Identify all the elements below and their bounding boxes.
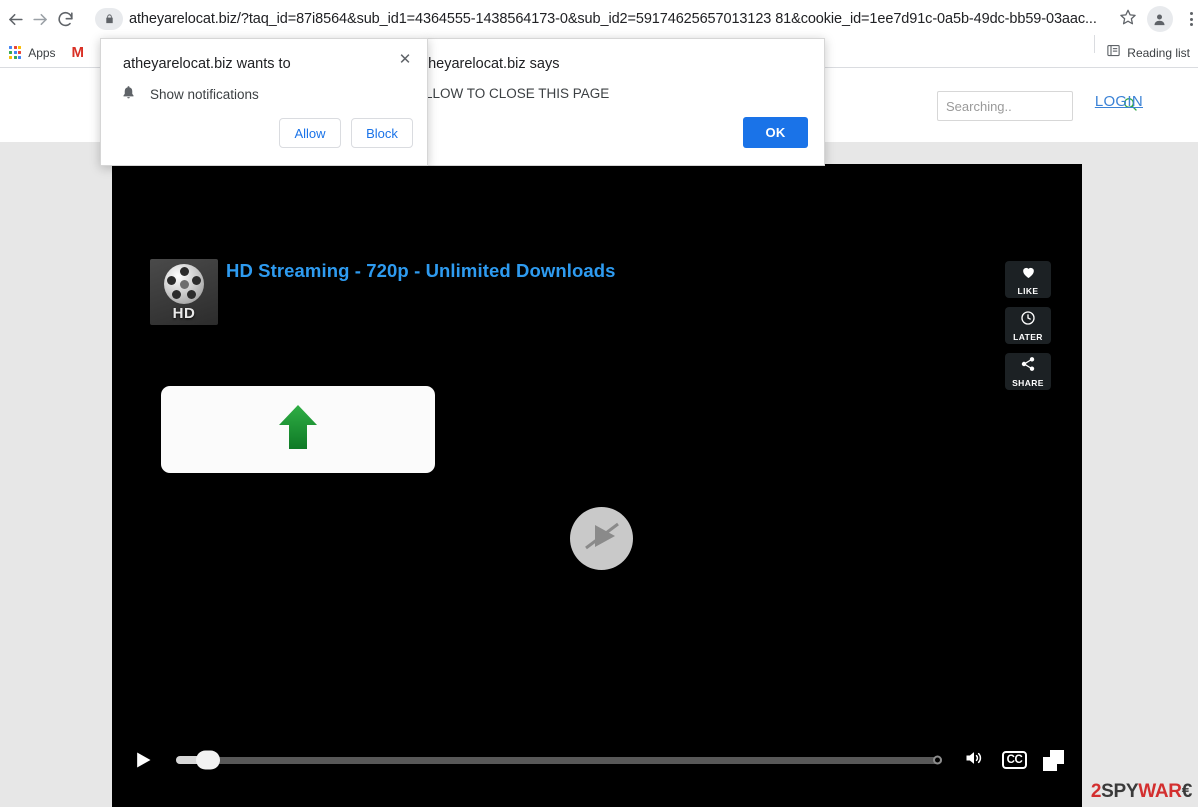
later-button[interactable]: LATER bbox=[1005, 307, 1051, 344]
profile-avatar-icon bbox=[1146, 6, 1173, 32]
reading-list-button[interactable]: Reading list bbox=[1094, 34, 1190, 63]
video-title: HD Streaming - 720p - Unlimited Download… bbox=[226, 260, 616, 281]
reading-list-label: Reading list bbox=[1127, 45, 1190, 60]
chrome-menu-button[interactable] bbox=[1177, 4, 1198, 34]
close-icon[interactable]: ✕ bbox=[394, 48, 416, 70]
progress-endcap bbox=[933, 755, 942, 765]
video-action-buttons: LIKE LATER SHARE bbox=[1005, 261, 1051, 390]
green-up-arrow-icon bbox=[277, 401, 319, 458]
hd-logo: HD bbox=[150, 259, 218, 325]
bookmark-star-button[interactable] bbox=[1113, 4, 1143, 34]
toolbar-divider bbox=[1094, 34, 1096, 53]
notification-permission-popup: atheyarelocat.biz wants to Show notifica… bbox=[100, 38, 428, 166]
address-bar[interactable]: atheyarelocat.biz/?taq_id=87i8564&sub_id… bbox=[89, 5, 1103, 33]
allow-button[interactable]: Allow bbox=[279, 118, 341, 148]
bookmark-item-apps[interactable]: Apps bbox=[28, 46, 55, 60]
page-content: LOGIN HD HD Streaming - 720p - Unlimited… bbox=[0, 69, 1198, 807]
heart-icon bbox=[1020, 264, 1037, 285]
like-button[interactable]: LIKE bbox=[1005, 261, 1051, 298]
video-controls: CC bbox=[112, 738, 1082, 782]
search-box[interactable] bbox=[937, 91, 1137, 121]
browser-window: atheyarelocat.biz/?taq_id=87i8564&sub_id… bbox=[0, 0, 1198, 807]
share-button[interactable]: SHARE bbox=[1005, 353, 1051, 390]
notification-popup-buttons: Allow Block bbox=[279, 118, 413, 148]
watermark-part-1: 2 bbox=[1090, 781, 1102, 802]
reading-list-icon bbox=[1106, 43, 1121, 63]
play-button[interactable] bbox=[130, 747, 156, 773]
video-controls-right: CC bbox=[962, 748, 1064, 773]
bookmark-item-gmail[interactable]: M bbox=[72, 44, 84, 61]
lock-icon bbox=[95, 8, 123, 30]
forward-arrow-icon bbox=[31, 10, 50, 29]
share-icon bbox=[1020, 356, 1036, 377]
reload-icon bbox=[56, 10, 75, 29]
fullscreen-icon[interactable] bbox=[1043, 749, 1064, 771]
forward-button[interactable] bbox=[31, 2, 50, 36]
star-icon bbox=[1119, 8, 1137, 31]
watermark: 2 SPY WAR € bbox=[1091, 782, 1192, 801]
three-dot-menu-icon bbox=[1190, 12, 1194, 26]
bell-icon bbox=[121, 84, 136, 105]
watermark-part-3: WAR bbox=[1138, 781, 1182, 802]
clock-icon bbox=[1020, 310, 1036, 331]
login-link[interactable]: LOGIN bbox=[1095, 93, 1143, 110]
back-button[interactable] bbox=[6, 2, 25, 36]
share-label: SHARE bbox=[1012, 377, 1044, 388]
alert-origin: atheyarelocat.biz says bbox=[416, 56, 560, 72]
overlay-ad-card[interactable] bbox=[161, 386, 435, 473]
progress-bar[interactable] bbox=[176, 747, 942, 773]
play-blocked-icon bbox=[579, 513, 625, 564]
back-arrow-icon bbox=[6, 10, 25, 29]
center-play-button[interactable] bbox=[570, 507, 633, 570]
profile-button[interactable] bbox=[1145, 4, 1175, 34]
notification-popup-title: atheyarelocat.biz wants to bbox=[123, 56, 291, 72]
notification-permission-label: Show notifications bbox=[150, 87, 259, 102]
watermark-part-2: SPY bbox=[1101, 781, 1139, 802]
javascript-alert-dialog: atheyarelocat.biz says ALLOW TO CLOSE TH… bbox=[416, 38, 825, 166]
reload-button[interactable] bbox=[56, 2, 75, 36]
later-label: LATER bbox=[1013, 331, 1043, 342]
alert-message: ALLOW TO CLOSE THIS PAGE bbox=[416, 86, 610, 101]
video-player: HD HD Streaming - 720p - Unlimited Downl… bbox=[112, 164, 1082, 807]
film-reel-icon bbox=[164, 264, 204, 304]
block-button[interactable]: Block bbox=[351, 118, 413, 148]
like-label: LIKE bbox=[1017, 285, 1039, 296]
url-text: atheyarelocat.biz/?taq_id=87i8564&sub_id… bbox=[129, 11, 1097, 27]
alert-ok-button[interactable]: OK bbox=[743, 117, 808, 148]
notification-permission-row: Show notifications bbox=[121, 84, 259, 105]
hd-logo-text: HD bbox=[172, 305, 196, 322]
closed-captions-button[interactable]: CC bbox=[1002, 751, 1027, 769]
progress-track[interactable] bbox=[176, 750, 942, 770]
watermark-part-4: € bbox=[1181, 781, 1193, 802]
browser-toolbar: atheyarelocat.biz/?taq_id=87i8564&sub_id… bbox=[0, 0, 1198, 38]
progress-thumb[interactable] bbox=[196, 750, 220, 770]
apps-grid-icon[interactable] bbox=[9, 46, 22, 59]
volume-icon[interactable] bbox=[962, 748, 986, 773]
